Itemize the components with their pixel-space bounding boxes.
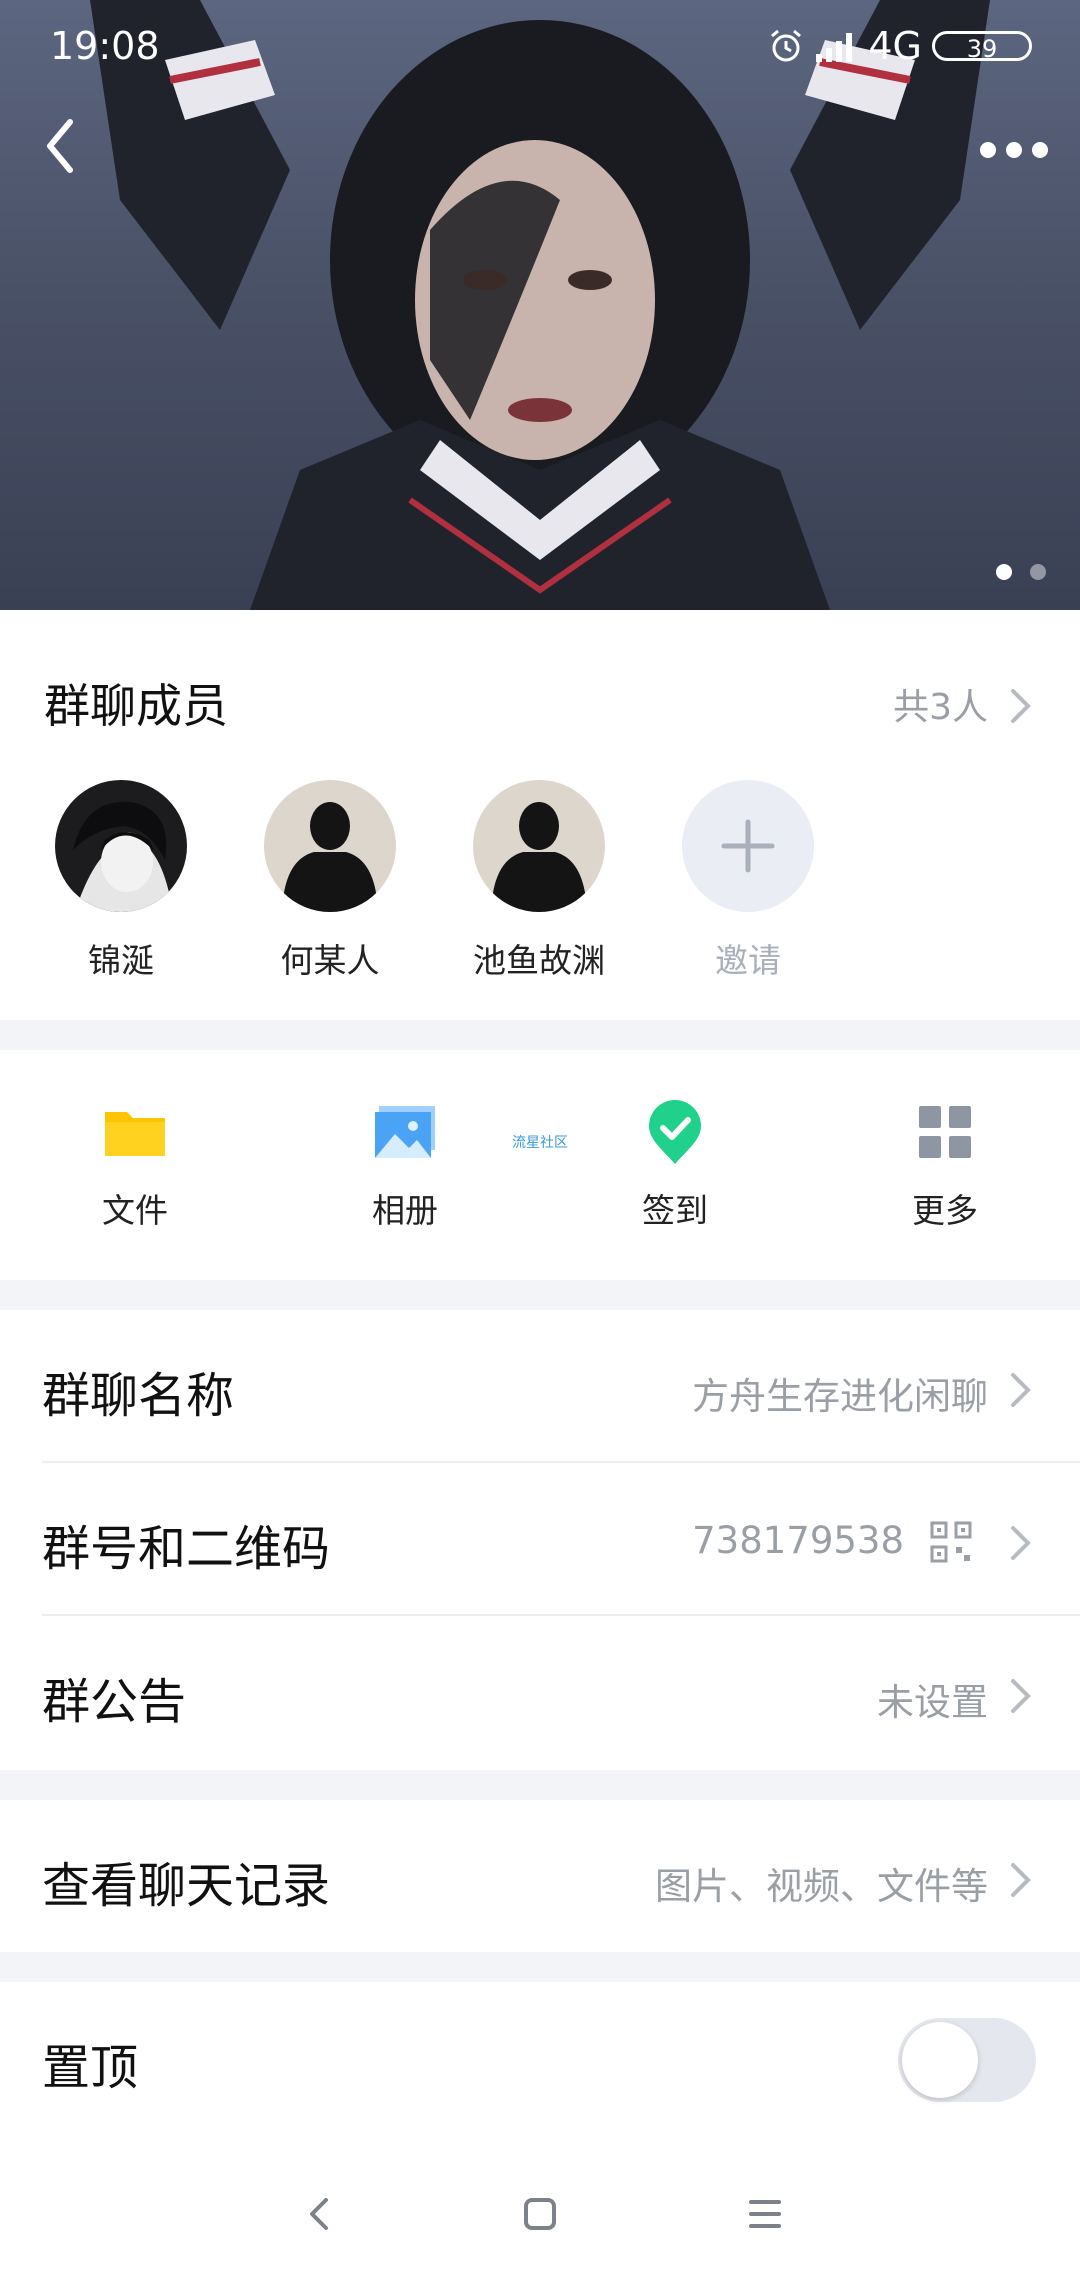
status-time: 19:08 [50, 24, 160, 68]
signal-icon [816, 33, 853, 62]
avatar [264, 780, 396, 912]
group-name-row[interactable]: 群聊名称 方舟生存进化闲聊 [0, 1310, 1080, 1463]
member-item[interactable]: 池鱼故渊 [449, 780, 629, 982]
nav-home-icon [524, 2198, 556, 2230]
tool-more[interactable]: 更多 [865, 1100, 1025, 1232]
battery-indicator: 39 [932, 31, 1032, 63]
nav-back-button[interactable] [290, 2184, 350, 2244]
member-avatar-image [264, 780, 396, 912]
pin-toggle[interactable] [898, 2018, 1036, 2102]
pin-row: 置顶 [0, 1982, 1080, 2135]
status-bar: 19:08 4G 39 [0, 0, 1080, 90]
member-name: 何某人 [280, 941, 380, 980]
toggle-knob [902, 2022, 978, 2098]
pin-section: 置顶 [0, 1982, 1080, 2152]
group-cover-image: 19:08 4G 39 [0, 0, 1080, 610]
more-options-button[interactable] [974, 130, 1054, 170]
members-title: 群聊成员 [44, 679, 228, 733]
row-label: 群聊名称 [42, 1368, 235, 1424]
plus-icon [721, 819, 775, 873]
member-avatar-image [473, 780, 605, 912]
nav-back-icon [310, 2198, 328, 2230]
chat-history-row[interactable]: 查看聊天记录 图片、视频、文件等 [0, 1800, 1080, 1953]
back-arrow-icon [47, 119, 73, 173]
add-member-circle [682, 780, 814, 912]
row-label: 群公告 [42, 1674, 187, 1730]
more-dots-icon [980, 142, 1048, 158]
group-id-qr-row[interactable]: 群号和二维码 738179538 [0, 1463, 1080, 1616]
group-tools-section: 文件 相册 流星社区 签到 更多 [0, 1050, 1080, 1280]
row-value: 图片、视频、文件等 [655, 1865, 988, 1908]
carousel-indicator [996, 564, 1046, 580]
carousel-dot [1030, 564, 1046, 580]
announcement-row[interactable]: 群公告 未设置 [0, 1616, 1080, 1769]
checkin-icon [649, 1100, 701, 1164]
tool-label: 相册 [372, 1191, 438, 1230]
system-nav-bar [0, 2150, 1080, 2280]
chat-history-section: 查看聊天记录 图片、视频、文件等 [0, 1800, 1080, 1952]
group-info-section: 群聊名称 方舟生存进化闲聊 群号和二维码 738179538 群公告 未设置 [0, 1310, 1080, 1770]
member-item[interactable]: 锦涎 [31, 780, 211, 982]
chevron-right-icon[interactable] [1010, 688, 1032, 724]
invite-label: 邀请 [715, 941, 781, 980]
chevron-right-icon [1011, 1863, 1031, 1897]
row-value: 方舟生存进化闲聊 [692, 1375, 988, 1418]
chevron-right-icon [1011, 1373, 1031, 1407]
qr-code-icon [930, 1521, 972, 1563]
member-name: 池鱼故渊 [473, 941, 605, 980]
chevron-right-icon [1011, 1526, 1031, 1560]
status-icons: 4G 39 [768, 24, 1032, 68]
row-value: 738179538 [692, 1519, 904, 1562]
back-button[interactable] [38, 116, 86, 176]
invite-member-button[interactable]: 邀请 [658, 780, 838, 982]
tool-checkin[interactable]: 签到 [595, 1100, 755, 1232]
row-label: 查看聊天记录 [42, 1858, 331, 1914]
member-name: 锦涎 [88, 941, 154, 980]
folder-icon [105, 1112, 165, 1156]
members-count[interactable]: 共3人 [893, 678, 988, 730]
nav-home-button[interactable] [510, 2184, 570, 2244]
avatar [55, 780, 187, 912]
watermark-text: 流星社区 [512, 1135, 568, 1151]
tool-files[interactable]: 文件 [55, 1100, 215, 1232]
row-value: 未设置 [877, 1681, 988, 1724]
row-label: 置顶 [42, 2040, 139, 2096]
chevron-right-icon [1011, 1679, 1031, 1713]
nav-menu-button[interactable] [735, 2184, 795, 2244]
grid-icon [919, 1106, 971, 1158]
nav-menu-icon [749, 2200, 781, 2228]
tool-album[interactable]: 相册 [325, 1100, 485, 1232]
tool-label: 签到 [642, 1191, 708, 1230]
tool-label: 更多 [912, 1191, 978, 1230]
carousel-dot [996, 564, 1012, 580]
row-label: 群号和二维码 [42, 1521, 331, 1577]
avatar [473, 780, 605, 912]
member-item[interactable]: 何某人 [240, 780, 420, 982]
alarm-icon [771, 29, 802, 62]
member-avatar-image [55, 780, 187, 912]
cover-photo [90, 0, 990, 610]
tool-label: 文件 [102, 1191, 168, 1230]
network-type: 4G [868, 24, 922, 68]
group-members-section: 群聊成员 共3人 锦涎 何某人 池鱼故渊 邀请 [0, 610, 1080, 1020]
album-icon [375, 1106, 435, 1158]
